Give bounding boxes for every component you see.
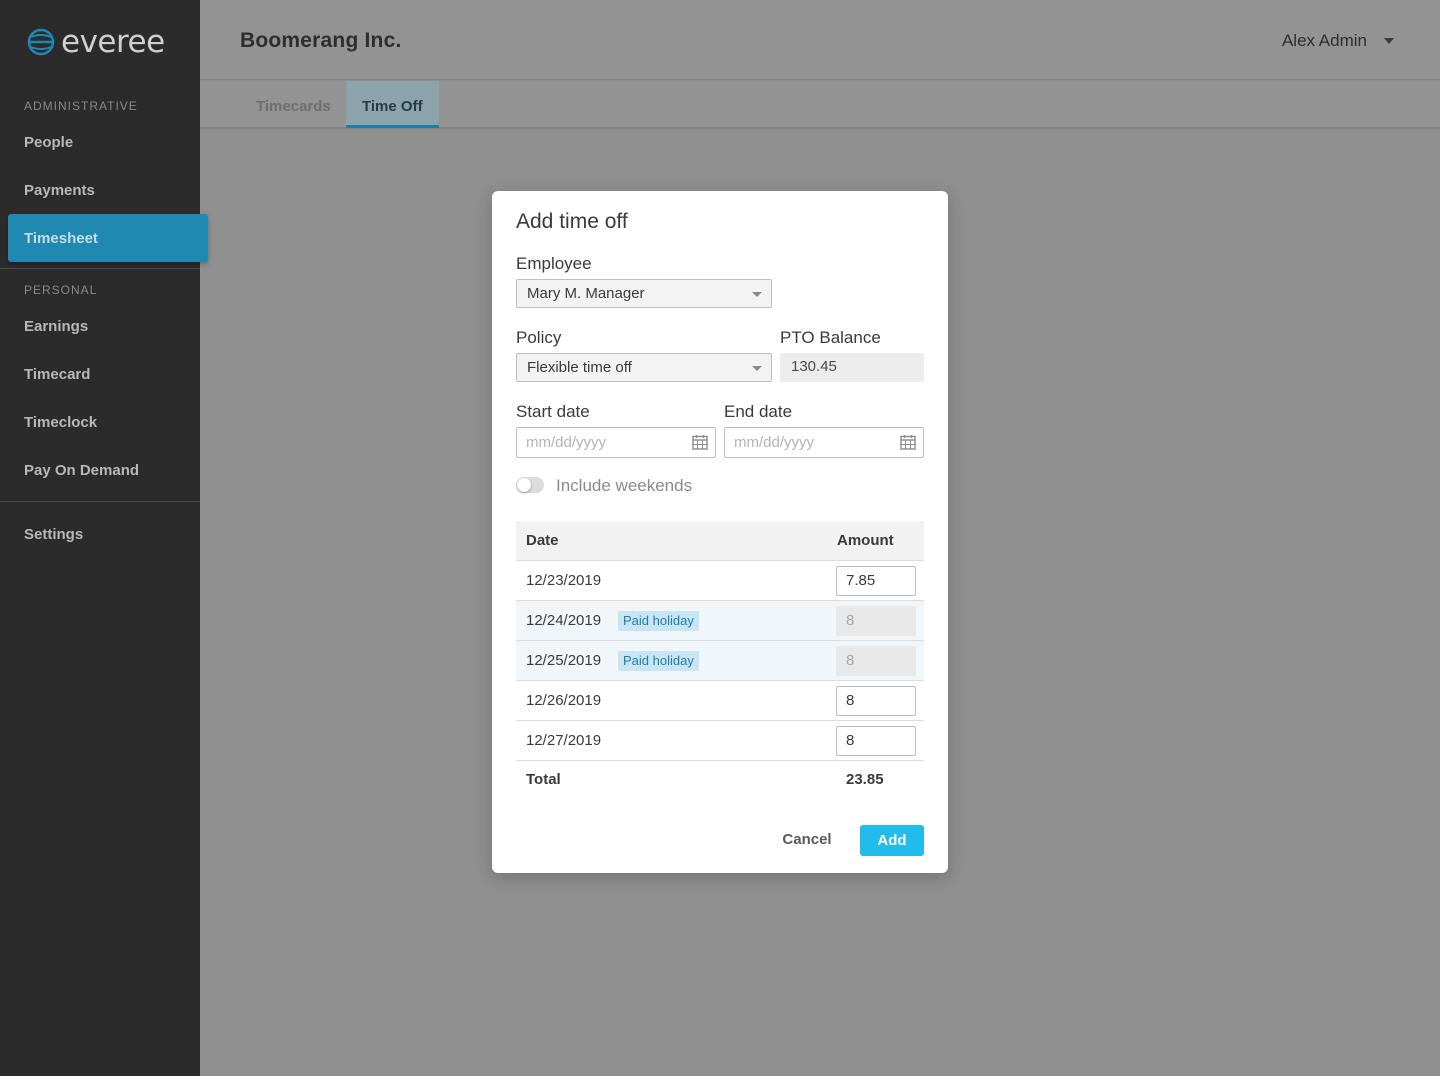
end-date-input[interactable]: mm/dd/yyyy	[724, 427, 924, 458]
time-off-table: Date Amount 12/23/2019 7.85 12/24/2019 P…	[516, 521, 924, 799]
amount-input[interactable]: 8	[836, 726, 916, 756]
amount-input[interactable]: 8	[836, 686, 916, 716]
row-date: 12/27/2019	[526, 732, 602, 749]
pto-balance-value: 130.45	[780, 353, 924, 382]
table-total-row: Total 23.85	[516, 761, 924, 799]
start-date-placeholder: mm/dd/yyyy	[526, 434, 607, 451]
total-value: 23.85	[846, 771, 884, 788]
sidebar-item-people[interactable]: People	[24, 134, 73, 151]
sidebar-divider	[0, 268, 200, 269]
chevron-down-icon	[752, 366, 762, 371]
brand-name: everee	[61, 24, 165, 60]
calendar-icon[interactable]	[692, 434, 708, 450]
amount-input[interactable]: 7.85	[836, 566, 916, 596]
column-header-amount: Amount	[837, 532, 894, 549]
policy-select[interactable]: Flexible time off	[516, 353, 772, 382]
tab-timecards[interactable]: Timecards	[240, 81, 347, 128]
sidebar-divider	[0, 501, 200, 502]
tab-bar: Timecards Time Off	[200, 81, 1440, 129]
amount-input: 8	[836, 606, 916, 636]
add-button[interactable]: Add	[860, 825, 924, 856]
row-date: 12/26/2019	[526, 692, 602, 709]
paid-holiday-badge: Paid holiday	[618, 651, 699, 671]
sidebar-item-earnings[interactable]: Earnings	[24, 318, 88, 335]
amount-input: 8	[836, 646, 916, 676]
paid-holiday-badge: Paid holiday	[618, 611, 699, 631]
policy-value: Flexible time off	[527, 359, 632, 376]
table-header: Date Amount	[516, 521, 924, 561]
row-date: 12/24/2019	[526, 612, 602, 629]
tab-time-off[interactable]: Time Off	[346, 81, 439, 128]
table-row: 12/24/2019 Paid holiday 8	[516, 601, 924, 641]
total-label: Total	[526, 771, 561, 788]
add-time-off-dialog: Add time off Employee Mary M. Manager Po…	[492, 191, 948, 873]
cancel-button[interactable]: Cancel	[772, 825, 842, 855]
end-date-placeholder: mm/dd/yyyy	[734, 434, 815, 451]
sidebar-item-timesheet[interactable]: Timesheet	[8, 214, 208, 262]
section-administrative: ADMINISTRATIVE	[24, 99, 138, 113]
start-date-input[interactable]: mm/dd/yyyy	[516, 427, 716, 458]
table-row: 12/27/2019 8	[516, 721, 924, 761]
pto-balance-label: PTO Balance	[780, 328, 881, 347]
sidebar-item-settings[interactable]: Settings	[24, 526, 83, 543]
end-date-label: End date	[724, 402, 793, 421]
logo[interactable]: everee	[27, 26, 165, 58]
employee-select[interactable]: Mary M. Manager	[516, 279, 772, 308]
top-header: Boomerang Inc. Alex Admin	[200, 0, 1440, 80]
employee-label: Employee	[516, 254, 592, 273]
globe-icon	[27, 28, 55, 56]
sidebar-item-pay-on-demand[interactable]: Pay On Demand	[24, 462, 139, 479]
start-date-label: Start date	[516, 402, 590, 421]
column-header-date: Date	[526, 532, 559, 549]
include-weekends-label: Include weekends	[556, 476, 693, 495]
dialog-title: Add time off	[516, 210, 628, 233]
user-menu[interactable]: Alex Admin	[1282, 31, 1367, 51]
section-personal: PERSONAL	[24, 283, 98, 297]
sidebar-item-timeclock[interactable]: Timeclock	[24, 414, 97, 431]
sidebar-item-payments[interactable]: Payments	[24, 182, 95, 199]
calendar-icon[interactable]	[900, 434, 916, 450]
toggle-knob	[517, 478, 531, 492]
row-date: 12/25/2019	[526, 652, 602, 669]
table-row: 12/26/2019 8	[516, 681, 924, 721]
company-name: Boomerang Inc.	[240, 29, 402, 52]
chevron-down-icon	[752, 292, 762, 297]
include-weekends-toggle[interactable]	[516, 477, 544, 493]
row-date: 12/23/2019	[526, 572, 602, 589]
employee-value: Mary M. Manager	[527, 285, 645, 302]
table-row: 12/25/2019 Paid holiday 8	[516, 641, 924, 681]
table-row: 12/23/2019 7.85	[516, 561, 924, 601]
chevron-down-icon[interactable]	[1384, 38, 1394, 44]
sidebar-item-label: Timesheet	[24, 230, 98, 247]
policy-label: Policy	[516, 328, 562, 347]
sidebar: everee ADMINISTRATIVE People Payments PE…	[0, 0, 200, 1076]
sidebar-item-timecard[interactable]: Timecard	[24, 366, 90, 383]
